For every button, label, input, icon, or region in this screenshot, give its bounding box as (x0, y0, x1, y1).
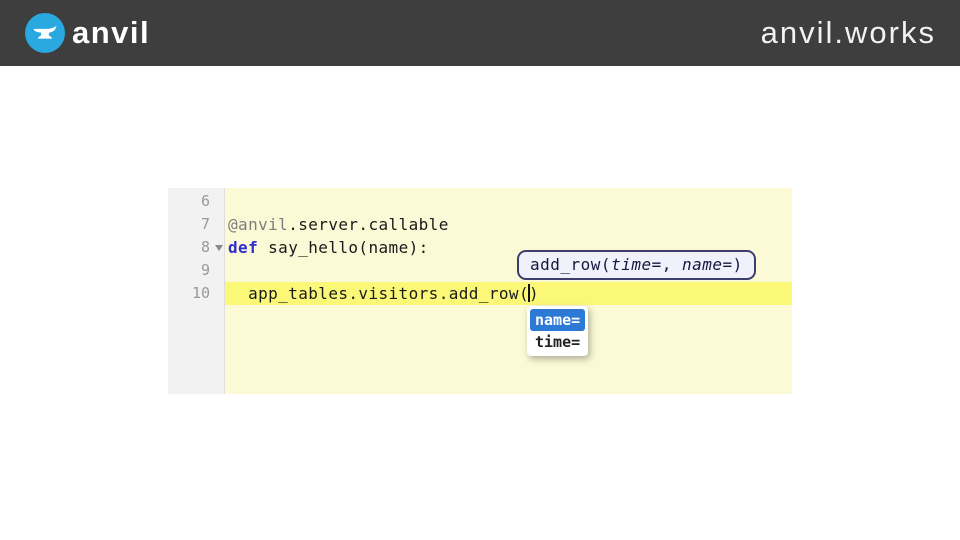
signature-fn: add_row( (530, 255, 611, 274)
code-line-7[interactable]: @anvil.server.callable (225, 213, 792, 236)
line-number: 7 (168, 213, 224, 236)
code-line-10-active[interactable]: app_tables.visitors.add_row() (225, 282, 792, 305)
line-number-text: 8 (201, 238, 210, 256)
line-number: 6 (168, 190, 224, 213)
code-editor[interactable]: 6 7 8 9 10 @anvil.server.callable def sa… (168, 188, 792, 394)
code-token: ) (529, 284, 539, 303)
signature-end: =) (723, 255, 743, 274)
code-token: app_tables.visitors.add_row( (228, 284, 529, 303)
keyword-token: def (228, 238, 258, 257)
anvil-logo-icon (25, 13, 65, 53)
line-number-gutter: 6 7 8 9 10 (168, 188, 225, 394)
code-token: say_hello(name): (258, 238, 429, 257)
header-bar: anvil anvil.works (0, 0, 960, 66)
decorator-token: @anvil (228, 215, 288, 234)
code-area[interactable]: @anvil.server.callable def say_hello(nam… (225, 188, 792, 394)
brand-wordmark: anvil (72, 15, 150, 51)
line-number: 10 (168, 282, 224, 305)
code-token: .server.callable (288, 215, 449, 234)
signature-param-time: time (611, 255, 652, 274)
site-wordmark: anvil.works (761, 15, 936, 51)
autocomplete-item-name[interactable]: name= (530, 309, 585, 331)
autocomplete-item-time[interactable]: time= (530, 331, 585, 353)
autocomplete-dropdown[interactable]: name= time= (527, 306, 588, 356)
line-number: 8 (168, 236, 224, 259)
anvil-icon (32, 20, 58, 46)
signature-separator: =, (652, 255, 682, 274)
signature-param-name: name (682, 255, 723, 274)
line-number: 9 (168, 259, 224, 282)
code-line-6[interactable] (225, 190, 792, 213)
signature-hint-tooltip: add_row(time=, name=) (517, 250, 756, 280)
code-fold-arrow-icon[interactable] (215, 245, 223, 251)
